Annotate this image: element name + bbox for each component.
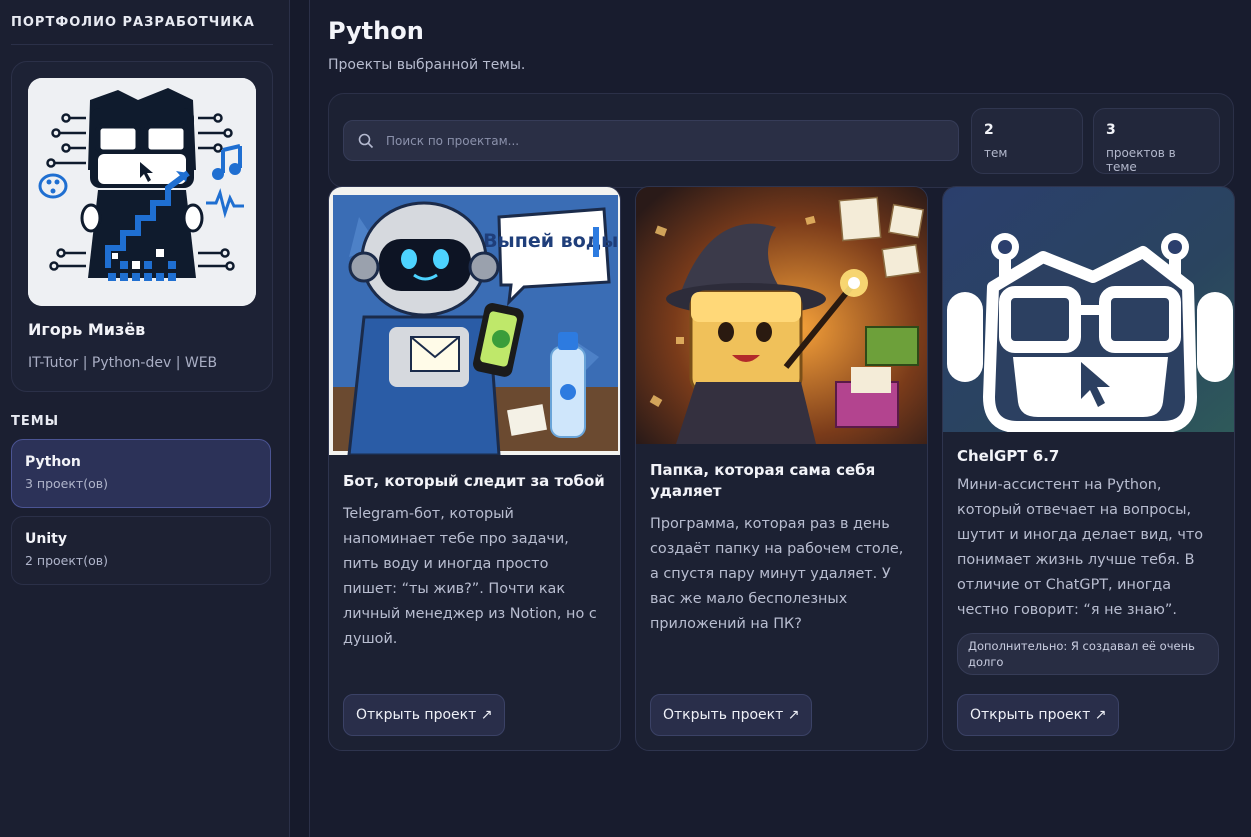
stat-themes: 2 тем — [971, 108, 1083, 174]
toolbar: 2 тем 3 проектов в теме — [328, 93, 1234, 188]
open-project-button[interactable]: Открыть проект ↗ — [343, 694, 506, 736]
theme-item-python[interactable]: Python 3 проект(ов) — [11, 439, 271, 508]
stat-value: 2 — [984, 122, 994, 138]
robot-head-logo-image — [943, 187, 1234, 432]
card-description: Программа, которая раз в день создаёт па… — [650, 516, 904, 632]
profile-name: Игорь Мизёв — [28, 320, 146, 339]
card-title: Папка, которая сама себя удаляет — [650, 461, 876, 500]
project-card: Выпей воды! Бот, который следит за тобой… — [328, 186, 621, 751]
theme-name: Unity — [25, 531, 67, 547]
search-icon — [358, 133, 374, 148]
profile-card: Игорь Мизёв IT-Tutor | Python-dev | WEB — [11, 61, 273, 392]
sidebar: ПОРТФОЛИО РАЗРАБОТЧИКА Игорь Мизёв IT-Tu… — [0, 0, 290, 837]
stat-label: тем — [984, 146, 1008, 160]
card-description: Мини-ассистент на Python, который отвеча… — [957, 477, 1204, 618]
open-project-button[interactable]: Открыть проект ↗ — [650, 694, 813, 736]
card-description: Telegram-бот, который напоминает тебе пр… — [343, 506, 597, 647]
avatar — [28, 78, 256, 306]
open-project-button[interactable]: Открыть проект ↗ — [957, 694, 1120, 736]
developer-avatar-icon — [28, 78, 256, 306]
profile-role: IT-Tutor | Python-dev | WEB — [28, 355, 218, 371]
theme-item-unity[interactable]: Unity 2 проект(ов) — [11, 516, 271, 585]
card-extra-note: Дополнительно: Я создавал её очень долго — [957, 633, 1219, 675]
stat-value: 3 — [1106, 122, 1116, 138]
search-input[interactable] — [386, 133, 946, 148]
main-panel: Python Проекты выбранной темы. 2 тем 3 п… — [309, 0, 1251, 837]
speech-bubble-text: Выпей воды! — [483, 230, 620, 252]
search-box[interactable] — [343, 120, 959, 161]
project-card: Папка, которая сама себя удаляет Програм… — [635, 186, 928, 751]
theme-count: 2 проект(ов) — [25, 553, 108, 568]
stat-label: проектов в теме — [1106, 146, 1176, 174]
page-subtitle: Проекты выбранной темы. — [328, 57, 526, 73]
page-title: Python — [328, 17, 424, 45]
stat-projects: 3 проектов в теме — [1093, 108, 1220, 174]
wizard-folder-image — [636, 187, 927, 444]
brand-title: ПОРТФОЛИО РАЗРАБОТЧИКА — [11, 15, 273, 45]
theme-count: 3 проект(ов) — [25, 476, 108, 491]
robot-water-reminder-image: Выпей воды! — [329, 187, 620, 455]
card-title: Бот, который следит за тобой — [343, 472, 605, 490]
themes-heading: ТЕМЫ — [11, 414, 60, 429]
card-title: ChelGPT 6.7 — [957, 447, 1060, 465]
theme-name: Python — [25, 454, 81, 470]
project-card: ChelGPT 6.7 Мини-ассистент на Python, ко… — [942, 186, 1235, 751]
